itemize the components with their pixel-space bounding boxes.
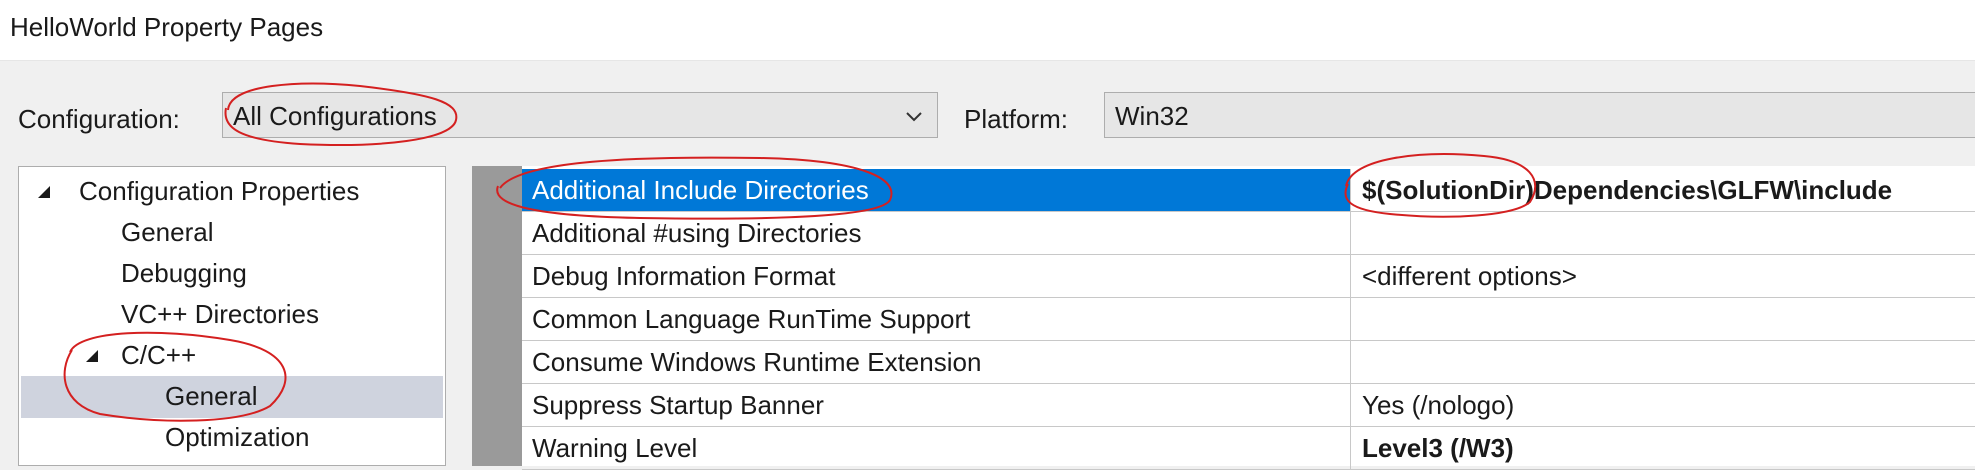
property-name: Consume Windows Runtime Extension bbox=[522, 341, 1351, 383]
configuration-dropdown[interactable]: All Configurations bbox=[222, 92, 938, 138]
property-row-consume-windows-runtime-extension[interactable]: Consume Windows Runtime Extension bbox=[522, 341, 1975, 384]
tree-item-optimization[interactable]: Optimization bbox=[165, 417, 310, 457]
property-name: Common Language RunTime Support bbox=[522, 298, 1351, 340]
property-value[interactable] bbox=[1352, 212, 1975, 254]
property-grid: Additional Include Directories $(Solutio… bbox=[522, 166, 1975, 470]
property-row-additional-include-directories[interactable]: Additional Include Directories $(Solutio… bbox=[522, 169, 1975, 212]
tree-item-label: C/C++ bbox=[121, 340, 197, 370]
tree-item-label: VC++ Directories bbox=[121, 299, 319, 329]
property-name: Warning Level bbox=[522, 427, 1351, 469]
grid-gutter bbox=[472, 166, 522, 466]
property-value[interactable]: $(SolutionDir)Dependencies\GLFW\include bbox=[1352, 169, 1975, 211]
tree-item-general[interactable]: General bbox=[121, 212, 214, 252]
tree-item-debugging[interactable]: Debugging bbox=[121, 253, 247, 293]
configuration-value: All Configurations bbox=[233, 101, 437, 131]
platform-label: Platform: bbox=[964, 104, 1069, 134]
property-row-warning-level[interactable]: Warning Level Level3 (/W3) bbox=[522, 427, 1975, 470]
title-bar: HelloWorld Property Pages bbox=[0, 0, 1975, 61]
property-value[interactable]: <different options> bbox=[1352, 255, 1975, 297]
property-row-debug-information-format[interactable]: Debug Information Format <different opti… bbox=[522, 255, 1975, 298]
configuration-label: Configuration: bbox=[18, 104, 180, 134]
property-value[interactable]: Level3 (/W3) bbox=[1352, 427, 1975, 469]
tree-item-cpp-general[interactable]: General bbox=[165, 376, 258, 416]
tree-item-vc-directories[interactable]: VC++ Directories bbox=[121, 294, 319, 334]
property-name: Suppress Startup Banner bbox=[522, 384, 1351, 426]
chevron-down-icon bbox=[906, 112, 922, 122]
property-value[interactable] bbox=[1352, 341, 1975, 383]
expanded-triangle-icon bbox=[38, 186, 50, 198]
platform-dropdown[interactable]: Win32 bbox=[1104, 92, 1975, 138]
property-row-common-language-runtime-support[interactable]: Common Language RunTime Support bbox=[522, 298, 1975, 341]
property-name: Additional Include Directories bbox=[522, 169, 1351, 211]
property-name: Additional #using Directories bbox=[522, 212, 1351, 254]
property-row-suppress-startup-banner[interactable]: Suppress Startup Banner Yes (/nologo) bbox=[522, 384, 1975, 427]
window-title: HelloWorld Property Pages bbox=[10, 12, 324, 42]
tree-item-label: Configuration Properties bbox=[79, 176, 360, 206]
property-value[interactable] bbox=[1352, 298, 1975, 340]
property-value[interactable]: Yes (/nologo) bbox=[1352, 384, 1975, 426]
property-tree: Configuration Properties General Debuggi… bbox=[18, 166, 446, 466]
platform-value: Win32 bbox=[1115, 101, 1189, 131]
expanded-triangle-icon bbox=[86, 350, 98, 362]
tree-item-label: General bbox=[165, 381, 258, 411]
tree-item-label: General bbox=[121, 217, 214, 247]
property-row-additional-using-directories[interactable]: Additional #using Directories bbox=[522, 212, 1975, 255]
property-name: Debug Information Format bbox=[522, 255, 1351, 297]
tree-item-label: Debugging bbox=[121, 258, 247, 288]
tree-item-label: Optimization bbox=[165, 422, 310, 452]
